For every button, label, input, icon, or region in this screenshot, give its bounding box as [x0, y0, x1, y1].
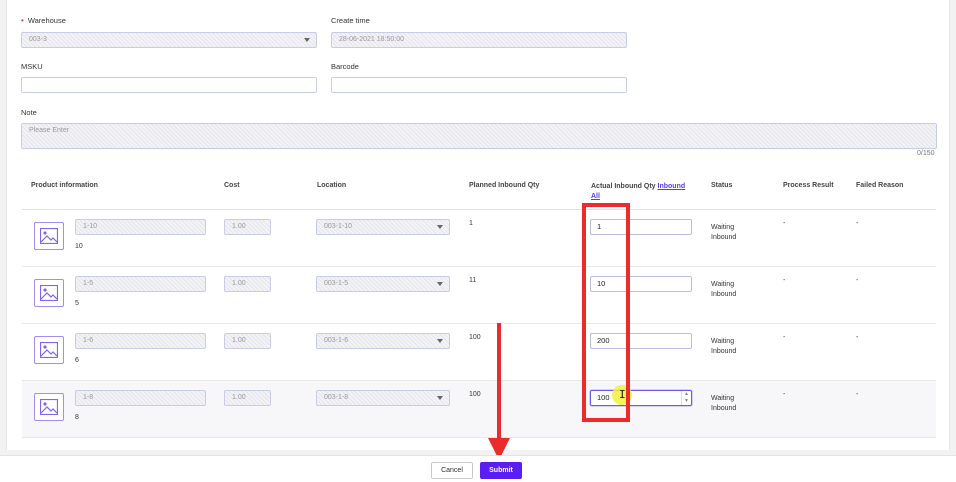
- image-placeholder-icon: [34, 336, 64, 364]
- chevron-down-icon: [304, 38, 310, 42]
- product-sku-field: 1-8: [75, 390, 206, 406]
- failed-reason: -: [856, 277, 859, 284]
- image-placeholder-icon: [34, 222, 64, 250]
- submit-button[interactable]: Submit: [480, 462, 522, 479]
- form-footer: [0, 455, 956, 482]
- col-header-actual: Actual Inbound Qty Inbound All: [591, 182, 695, 202]
- location-select[interactable]: 003-1-5: [316, 276, 450, 292]
- process-result: -: [783, 334, 786, 341]
- col-header-status: Status: [711, 182, 733, 189]
- planned-qty: 100: [469, 391, 481, 398]
- process-result: -: [783, 220, 786, 227]
- note-textarea[interactable]: Please Enter: [21, 123, 937, 149]
- create-time-value: 28-06-2021 18:50:00: [339, 36, 404, 43]
- table-row: 1-6 6 1.00 003-1-6 100 200 Waiting Inboun…: [22, 324, 936, 381]
- product-qty-label: 10: [75, 243, 83, 250]
- location-value: 003-1-10: [324, 223, 353, 230]
- warehouse-label-text: Warehouse: [27, 16, 66, 25]
- col-header-process-result: Process Result: [783, 182, 834, 189]
- product-sku-field: 1-5: [75, 276, 206, 292]
- image-placeholder-icon: [34, 393, 64, 421]
- status-badge: Waiting Inbound: [711, 394, 736, 414]
- col-header-cost: Cost: [224, 182, 240, 189]
- planned-qty: 11: [469, 277, 477, 284]
- chevron-down-icon: [437, 339, 443, 343]
- planned-qty: 100: [469, 334, 481, 341]
- col-header-actual-text: Actual Inbound Qty: [591, 183, 656, 190]
- number-spinner[interactable]: ▲ ▼: [681, 391, 691, 405]
- col-header-product: Product information: [31, 182, 98, 189]
- image-placeholder-icon: [34, 279, 64, 307]
- msku-label: MSKU: [21, 62, 43, 71]
- annotation-highlight-box: [582, 203, 630, 422]
- col-header-failed-reason: Failed Reason: [856, 182, 904, 189]
- failed-reason: -: [856, 334, 859, 341]
- spinner-up-icon[interactable]: ▲: [682, 391, 691, 398]
- chevron-down-icon: [437, 396, 443, 400]
- planned-qty: 1: [469, 220, 473, 227]
- barcode-label: Barcode: [331, 62, 359, 71]
- product-qty-label: 6: [75, 357, 79, 364]
- chevron-down-icon: [437, 282, 443, 286]
- status-line2: Inbound: [711, 348, 737, 355]
- msku-input[interactable]: [21, 77, 317, 93]
- cost-field: 1.00: [224, 276, 271, 292]
- process-result: -: [783, 391, 786, 398]
- note-char-counter: 0/150: [917, 150, 935, 157]
- location-value: 003-1-5: [324, 280, 349, 287]
- table-row: 1-5 5 1.00 003-1-5 11 10 Waiting Inbound …: [22, 267, 936, 324]
- annotation-arrow: [497, 323, 501, 447]
- status-badge: Waiting Inbound: [711, 280, 736, 300]
- product-qty-label: 8: [75, 414, 79, 421]
- cancel-button[interactable]: Cancel: [431, 462, 473, 479]
- create-time-field: 28-06-2021 18:50:00: [331, 32, 627, 48]
- create-time-label: Create time: [331, 16, 370, 25]
- status-line2: Inbound: [711, 291, 737, 298]
- barcode-input[interactable]: [331, 77, 627, 93]
- process-result: -: [783, 277, 786, 284]
- status-line1: Waiting: [711, 224, 735, 231]
- cost-field: 1.00: [224, 333, 271, 349]
- table-row: 1-10 10 1.00 003-1-10 1 1 Waiting Inbound…: [22, 210, 936, 267]
- status-badge: Waiting Inbound: [711, 223, 736, 243]
- chevron-down-icon: [437, 225, 443, 229]
- warehouse-value: 003-3: [29, 36, 47, 43]
- cost-field: 1.00: [224, 390, 271, 406]
- col-header-planned: Planned Inbound Qty: [469, 182, 540, 189]
- spinner-down-icon[interactable]: ▼: [682, 398, 691, 405]
- table-row: 1-8 8 1.00 003-1-8 100 100 ▲ ▼ Waiting In…: [22, 381, 936, 438]
- status-line1: Waiting: [711, 281, 735, 288]
- required-mark: •: [21, 16, 24, 25]
- product-qty-label: 5: [75, 300, 79, 307]
- location-value: 003-1-8: [324, 394, 349, 401]
- location-select[interactable]: 003-1-10: [316, 219, 450, 235]
- location-value: 003-1-6: [324, 337, 349, 344]
- warehouse-label: • Warehouse: [21, 16, 66, 25]
- cost-field: 1.00: [224, 219, 271, 235]
- status-line1: Waiting: [711, 338, 735, 345]
- col-header-location: Location: [317, 182, 347, 189]
- failed-reason: -: [856, 220, 859, 227]
- status-badge: Waiting Inbound: [711, 337, 736, 357]
- status-line2: Inbound: [711, 405, 737, 412]
- status-line2: Inbound: [711, 234, 737, 241]
- note-label: Note: [21, 108, 37, 117]
- location-select[interactable]: 003-1-6: [316, 333, 450, 349]
- product-sku-field: 1-6: [75, 333, 206, 349]
- warehouse-select[interactable]: 003-3: [21, 32, 317, 48]
- failed-reason: -: [856, 391, 859, 398]
- note-placeholder: Please Enter: [29, 127, 70, 134]
- location-select[interactable]: 003-1-8: [316, 390, 450, 406]
- product-sku-field: 1-10: [75, 219, 206, 235]
- status-line1: Waiting: [711, 395, 735, 402]
